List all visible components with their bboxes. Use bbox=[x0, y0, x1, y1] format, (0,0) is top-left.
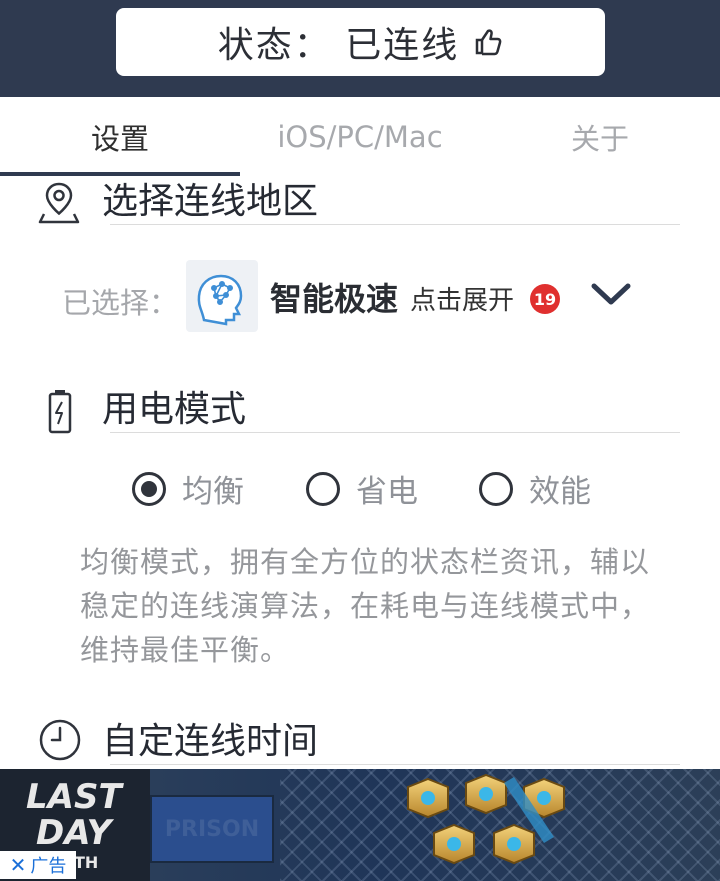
ad-tag-text: 广告 bbox=[30, 856, 67, 877]
ad-label-tag[interactable]: ✕ 广告 bbox=[0, 851, 76, 879]
smart-speed-avatar bbox=[186, 260, 258, 332]
selected-region-name: 智能极速 bbox=[270, 280, 399, 318]
star-badges-icon bbox=[404, 773, 574, 881]
power-section-title: 用电模式 bbox=[102, 389, 247, 430]
power-mode-description: 均衡模式，拥有全方位的状态栏资讯，辅以稳定的连线演算法，在耗电与连线模式中，维持… bbox=[80, 545, 651, 667]
custom-time-section-header: 自定连线时间 bbox=[0, 712, 720, 772]
selected-label: 已选择： bbox=[62, 286, 179, 320]
region-selector[interactable]: 已选择： 智能极速 点击展开 19 bbox=[0, 258, 720, 338]
ad-logo: LAST DAY bbox=[26, 779, 122, 851]
radio-unselected-icon bbox=[479, 471, 513, 506]
radio-selected-icon bbox=[132, 471, 166, 506]
expand-hint: 点击展开 bbox=[410, 286, 515, 316]
connection-status-button[interactable]: 状态： 已连线 bbox=[116, 8, 605, 76]
option-label: 均衡 bbox=[182, 474, 244, 510]
divider bbox=[110, 224, 680, 225]
power-mode-balanced[interactable]: 均衡 bbox=[132, 466, 244, 511]
clock-icon bbox=[38, 718, 82, 766]
ad-banner[interactable]: PRISON LAST DAY TH ✕ 广告 bbox=[0, 769, 720, 881]
power-mode-saving[interactable]: 省电 bbox=[306, 466, 418, 511]
close-icon[interactable]: ✕ bbox=[10, 853, 27, 877]
radio-unselected-icon bbox=[306, 471, 340, 506]
power-mode-options: 均衡 省电 效能 bbox=[0, 460, 720, 520]
connection-status-text: 状态： 已连线 bbox=[217, 25, 460, 66]
region-section-header: 选择连线地区 bbox=[0, 172, 720, 232]
thumbs-up-icon bbox=[473, 27, 503, 57]
location-pin-icon bbox=[38, 180, 80, 228]
ad-logo-line: DAY bbox=[36, 813, 112, 853]
power-mode-performance[interactable]: 效能 bbox=[479, 466, 591, 511]
top-header: 状态： 已连线 bbox=[0, 0, 720, 97]
tab-settings[interactable]: 设置 bbox=[0, 97, 240, 177]
ad-logo-line: LAST bbox=[26, 777, 122, 817]
chevron-down-icon[interactable] bbox=[590, 280, 632, 314]
custom-time-section-title: 自定连线时间 bbox=[102, 721, 319, 762]
tab-ios-pc-mac[interactable]: iOS/PC/Mac bbox=[240, 97, 480, 177]
ad-logo-subtitle: TH bbox=[74, 853, 99, 872]
option-label: 效能 bbox=[529, 474, 591, 510]
tab-about[interactable]: 关于 bbox=[480, 97, 720, 177]
region-count-badge: 19 bbox=[530, 284, 560, 314]
power-section-header: 用电模式 bbox=[0, 380, 720, 440]
divider bbox=[110, 432, 680, 433]
ad-prison-sign: PRISON bbox=[150, 795, 274, 863]
battery-icon bbox=[48, 388, 72, 438]
tab-bar: 设置 iOS/PC/Mac 关于 bbox=[0, 97, 720, 177]
divider bbox=[110, 764, 680, 765]
region-section-title: 选择连线地区 bbox=[102, 181, 319, 222]
option-label: 省电 bbox=[356, 474, 418, 510]
